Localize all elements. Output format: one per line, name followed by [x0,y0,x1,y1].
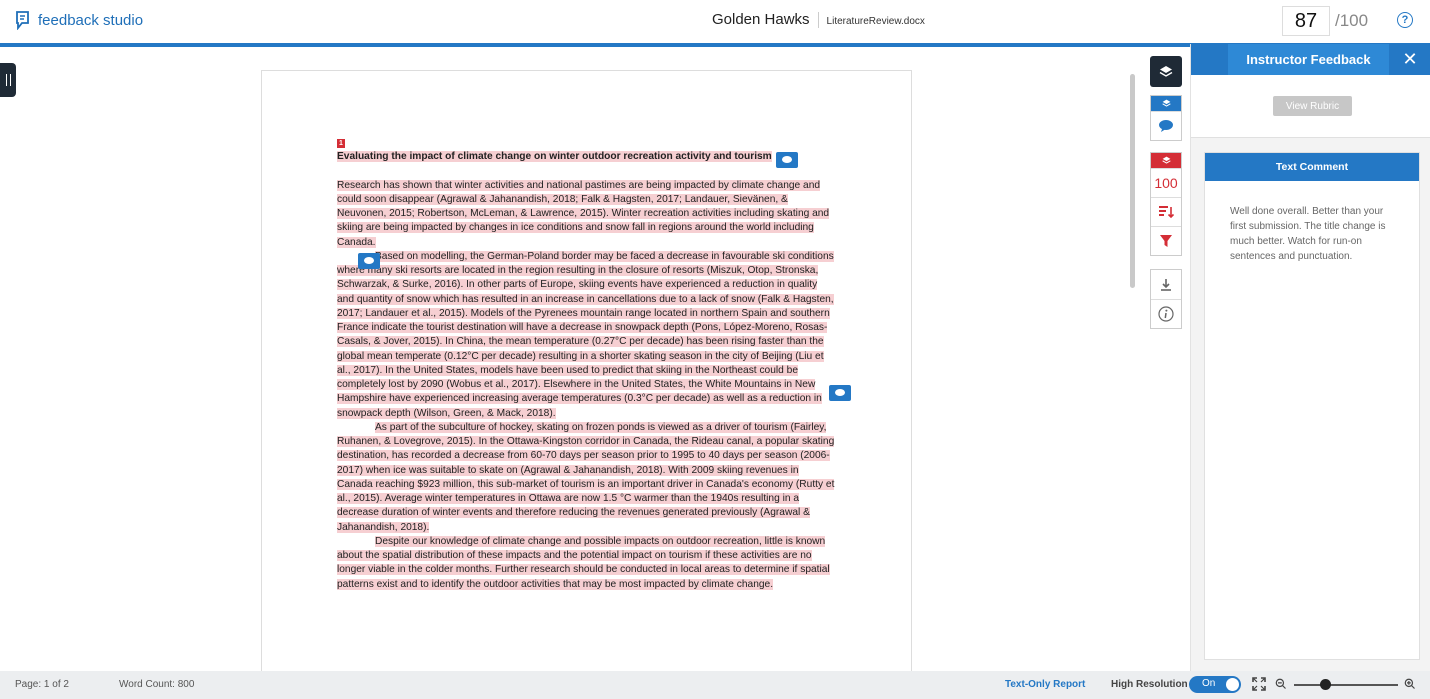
high-resolution-toggle[interactable]: On [1189,676,1241,693]
fullscreen-icon[interactable] [1251,676,1267,692]
submission-info-button[interactable] [1151,299,1181,328]
similarity-layer-group: 100 [1150,152,1182,256]
view-rubric-button[interactable]: View Rubric [1273,96,1352,116]
layers-icon [1161,99,1171,107]
filter-icon [1160,235,1172,247]
high-resolution-label: High Resolution [1111,679,1188,690]
instructor-feedback-panel: Instructor Feedback ✕ View Rubric Text C… [1190,44,1430,671]
comment-bubble-icon[interactable] [829,385,851,401]
close-icon[interactable]: ✕ [1401,50,1419,68]
similarity-score-button[interactable]: 100 [1151,168,1181,197]
file-name: LiteratureReview.docx [826,16,925,27]
text-comment-card: Text Comment Well done overall. Better t… [1204,152,1420,660]
help-icon[interactable]: ? [1397,12,1413,28]
match-overview-button[interactable] [1151,197,1181,226]
similarity-score: 100 [1154,175,1178,191]
comment-icon [1159,120,1173,132]
status-bar: Page: 1 of 2 Word Count: 800 Text-Only R… [0,671,1430,699]
grade-input[interactable]: 87 [1282,6,1330,36]
document-header: Golden Hawks LiteratureReview.docx [712,11,925,28]
utility-group [1150,269,1182,329]
brand-name: feedback studio [38,11,144,29]
comment-bubble-icon[interactable] [358,253,380,269]
panel-body: Text Comment Well done overall. Better t… [1191,138,1430,671]
top-bar: feedback studio Golden Hawks LiteratureR… [0,0,1430,44]
filter-button[interactable] [1151,226,1181,255]
grade-display: 87 /100 [1282,6,1368,36]
tab-instructor-feedback[interactable]: Instructor Feedback [1228,44,1389,75]
similarity-marker[interactable]: 1 [337,139,345,148]
document-paragraph[interactable]: Despite our knowledge of climate change … [337,535,830,590]
text-comment-body[interactable]: Well done overall. Better than your firs… [1205,181,1419,264]
feedback-comments-button[interactable] [1151,111,1181,140]
document-content: 1 Evaluating the impact of climate chang… [337,136,837,592]
page-indicator: Page: 1 of 2 [15,679,69,690]
document-scrollbar[interactable] [1130,74,1135,288]
zoom-slider-track[interactable] [1294,684,1398,686]
zoom-out-icon[interactable] [1275,676,1287,692]
download-icon [1161,278,1171,291]
header-divider [817,11,819,28]
info-icon [1158,306,1174,322]
document-paragraph[interactable]: Research has shown that winter activitie… [337,179,830,248]
zoom-in-icon[interactable] [1404,676,1416,692]
layers-button[interactable] [1150,56,1182,87]
word-count: Word Count: 800 [119,679,195,690]
comment-bubble-icon[interactable] [776,152,798,168]
document-title[interactable]: Evaluating the impact of climate change … [337,151,772,163]
side-drawer-handle-icon[interactable] [0,63,16,97]
grading-layer-group [1150,95,1182,141]
similarity-layer-header[interactable] [1151,153,1181,168]
zoom-slider-handle[interactable] [1320,679,1331,690]
text-only-report-link[interactable]: Text-Only Report [1005,679,1085,690]
sort-list-icon [1159,206,1174,219]
layers-icon [1159,65,1173,77]
feedback-studio-logo-icon [16,11,29,30]
grade-max: /100 [1335,11,1369,30]
download-button[interactable] [1151,270,1181,299]
course-name: Golden Hawks [712,11,810,28]
document-paragraph[interactable]: As part of the subculture of hockey, ska… [337,421,835,533]
brand-logo[interactable]: feedback studio [14,10,143,30]
text-comment-title: Text Comment [1205,153,1419,181]
grading-layer-header[interactable] [1151,96,1181,111]
document-paragraph[interactable]: Based on modelling, the German-Poland bo… [337,250,834,419]
panel-header: Instructor Feedback ✕ [1191,44,1430,75]
layers-icon [1161,156,1171,164]
toggle-state: On [1202,678,1216,689]
